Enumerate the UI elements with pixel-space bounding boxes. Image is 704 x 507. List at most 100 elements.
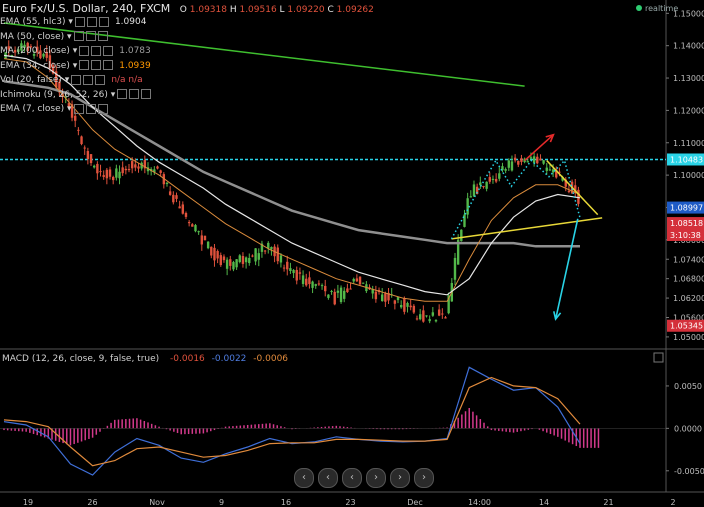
price-label-text: 3:10:38 (670, 231, 701, 240)
eye-icon[interactable] (71, 74, 82, 85)
y-tick-label: 1.14000 (673, 42, 704, 51)
macd-y-tick-label: -0.0050 (674, 467, 704, 476)
zoom-out-icon[interactable]: ‹ (318, 468, 338, 488)
eye-icon[interactable] (73, 31, 84, 41)
ohlc-key-o: O (179, 5, 190, 15)
zoom-out-icon[interactable]: › (366, 468, 386, 488)
indicator-value: n/a n/a (111, 75, 143, 85)
candle-body (206, 241, 210, 249)
trendline-yellow-support[interactable] (451, 217, 603, 240)
y-tick-label: 1.11000 (673, 139, 704, 148)
x-tick-label: 14 (539, 498, 549, 507)
close-icon[interactable] (98, 16, 109, 27)
indicator-row[interactable]: Vol (20, false) ▾ n/a n/a (0, 74, 143, 86)
settings-icon[interactable] (91, 60, 102, 70)
eye-icon[interactable] (79, 45, 90, 56)
indicator-value: 1.0939 (119, 60, 151, 71)
settings-icon[interactable] (86, 16, 97, 27)
close-icon[interactable] (103, 45, 114, 56)
candle-body (99, 171, 102, 173)
candle-body (308, 277, 311, 285)
indicator-label[interactable]: EMA (7, close) ▾ (0, 104, 72, 114)
candle-body (431, 312, 435, 316)
scroll-right-icon[interactable]: › (414, 468, 434, 488)
indicator-label[interactable]: EMA (55, hlc3) ▾ (0, 17, 73, 27)
y-tick-label: 1.10000 (673, 171, 704, 180)
macd-maximize-icon[interactable] (653, 352, 664, 363)
candle-body (482, 185, 485, 188)
indicator-label[interactable]: EMA (34, close) ▾ (0, 61, 77, 71)
realtime-label: realtime (645, 4, 679, 13)
settings-icon[interactable] (85, 103, 96, 114)
price-label-text: 1.08518 (670, 219, 703, 228)
candle-body (463, 214, 466, 227)
x-tick-label: 19 (23, 498, 33, 507)
settings-icon[interactable] (85, 31, 96, 41)
macd-value-3: -0.0006 (253, 354, 289, 364)
macd-header[interactable]: MACD (12, 26, close, 9, false, true) -0.… (2, 354, 288, 364)
symbol-title[interactable]: Euro Fx/U.S. Dollar, 240, FXCM (2, 2, 170, 15)
indicator-row[interactable]: Ichimoku (9, 26, 52, 26) ▾ (0, 89, 152, 101)
candle-body (301, 275, 305, 284)
indicator-row[interactable]: EMA (34, close) ▾ 1.0939 (0, 60, 151, 72)
close-icon[interactable] (103, 60, 114, 70)
x-tick-label: Nov (149, 498, 165, 507)
candle-body (175, 195, 178, 199)
ohlc-values: O 1.09318 H 1.09516 L 1.09220 C 1.09262 (180, 5, 374, 15)
x-tick-label: 14:00 (468, 498, 491, 507)
candle-body (494, 178, 498, 182)
candle-body (92, 165, 96, 168)
close-icon[interactable] (97, 31, 108, 41)
candle-body (115, 168, 118, 178)
close-icon[interactable] (97, 103, 108, 114)
eye-icon[interactable] (79, 60, 90, 70)
candle-body (479, 182, 482, 186)
candle-body (108, 169, 112, 177)
indicator-row[interactable]: EMA (7, close) ▾ (0, 103, 108, 115)
candle-body (529, 157, 533, 159)
candle-body (311, 281, 314, 288)
close-icon[interactable] (95, 74, 106, 85)
zoom-in-icon[interactable]: › (390, 468, 410, 488)
x-tick-label: 9 (219, 498, 224, 507)
candle-body (399, 305, 403, 308)
candle-body (380, 294, 384, 302)
zoom-in-icon[interactable]: ‹ (342, 468, 362, 488)
scroll-left-icon[interactable]: ‹ (294, 468, 314, 488)
candle-body (349, 288, 352, 290)
candle-body (121, 167, 124, 174)
candle-body (191, 224, 194, 227)
settings-icon[interactable] (91, 45, 102, 56)
candle-body (86, 151, 90, 160)
red-arrow-shaft (524, 134, 554, 162)
candle-body (289, 268, 292, 272)
indicator-label[interactable]: Ichimoku (9, 26, 52, 26) ▾ (0, 90, 115, 100)
close-icon[interactable] (141, 89, 152, 99)
eye-icon[interactable] (117, 89, 128, 99)
trendline-yellow-resistance[interactable] (546, 160, 599, 216)
indicator-label[interactable]: Vol (20, false) ▾ (0, 75, 69, 85)
candle-body (305, 278, 308, 286)
candle-body (286, 261, 289, 270)
candle-body (532, 156, 536, 163)
candle-body (415, 318, 419, 320)
indicator-row[interactable]: MA (50, close) ▾ (0, 31, 108, 43)
price-label-text: 1.05345 (670, 322, 703, 331)
candle-body (251, 255, 254, 257)
eye-icon[interactable] (74, 16, 85, 27)
settings-icon[interactable] (83, 74, 94, 85)
indicator-row[interactable]: MA (200, close) ▾ 1.0783 (0, 45, 151, 57)
candle-body (352, 278, 355, 282)
indicator-label[interactable]: MA (50, close) ▾ (0, 32, 72, 42)
candle-body (422, 310, 425, 322)
settings-icon[interactable] (129, 89, 140, 99)
macd-line (3, 366, 581, 476)
candle-body (168, 191, 172, 195)
indicator-label[interactable]: MA (200, close) ▾ (0, 46, 77, 56)
candle-body (238, 255, 241, 263)
eye-icon[interactable] (73, 103, 84, 114)
candle-body (327, 294, 330, 298)
candle-body (197, 231, 200, 233)
candle-body (472, 184, 476, 197)
indicator-row[interactable]: EMA (55, hlc3) ▾ 1.0904 (0, 16, 146, 28)
